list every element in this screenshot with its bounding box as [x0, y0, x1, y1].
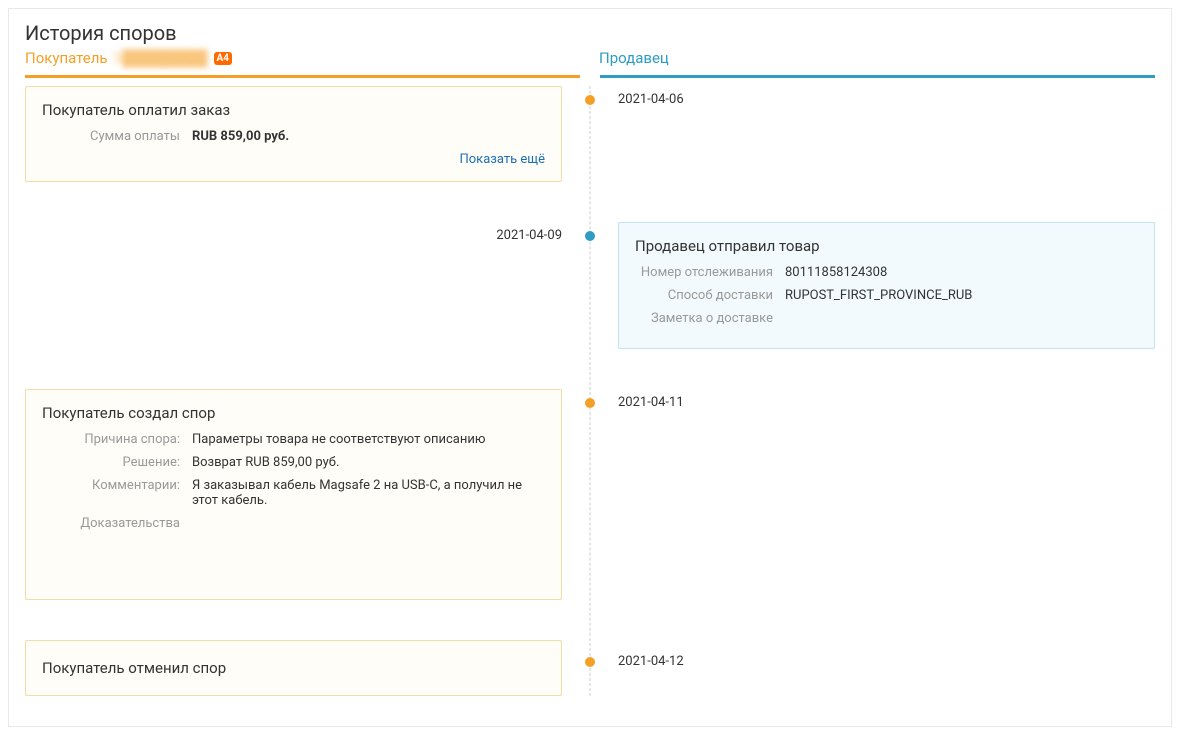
buyer-name: S████████ — [114, 49, 208, 67]
kv-value: Возврат RUB 859,00 руб. — [192, 455, 545, 470]
buyer-level-badge: A4 — [214, 52, 232, 65]
kv-key: Заметка о доставке — [635, 311, 785, 326]
kv-value: 80111858124308 — [785, 265, 1138, 280]
seller-header: Продавец — [581, 49, 1155, 75]
kv-key: Решение: — [42, 455, 192, 470]
event-left: Покупатель отменил спор — [25, 640, 590, 696]
event-right: Продавец отправил товар Номер отслеживан… — [590, 222, 1155, 349]
kv-key: Комментарии: — [42, 478, 192, 493]
seller-card-shipped: Продавец отправил товар Номер отслеживан… — [618, 222, 1155, 349]
kv-key: Сумма оплаты — [42, 129, 192, 144]
event-date: 2021-04-06 — [618, 86, 1155, 114]
timeline: Покупатель оплатил заказ Сумма оплаты RU… — [25, 86, 1155, 696]
timeline-event: 2021-04-09 Продавец отправил товар Номер… — [25, 222, 1155, 349]
timeline-event: Покупатель отменил спор 2021-04-12 — [25, 640, 1155, 696]
card-title: Продавец отправил товар — [635, 237, 1138, 255]
seller-label: Продавец — [599, 49, 669, 67]
column-headers: Покупатель S████████ A4 Продавец — [25, 49, 1155, 75]
buyer-rule — [25, 75, 580, 78]
buyer-card-paid: Покупатель оплатил заказ Сумма оплаты RU… — [25, 86, 562, 182]
kv-row: Причина спора: Параметры товара не соотв… — [42, 432, 545, 447]
card-title: Покупатель отменил спор — [42, 659, 545, 677]
kv-key: Номер отслеживания — [635, 265, 785, 280]
kv-row: Способ доставки RUPOST_FIRST_PROVINCE_RU… — [635, 288, 1138, 303]
event-right: 2021-04-06 — [590, 86, 1155, 114]
kv-row: Доказательства — [42, 516, 545, 531]
show-more-link[interactable]: Показать ещё — [42, 152, 545, 167]
header-rules — [25, 75, 1155, 78]
card-title: Покупатель оплатил заказ — [42, 101, 545, 119]
event-left: Покупатель создал спор Причина спора: Па… — [25, 389, 590, 600]
card-title: Покупатель создал спор — [42, 404, 545, 422]
event-right: 2021-04-11 — [590, 389, 1155, 417]
dispute-history-panel: История споров Покупатель S████████ A4 П… — [8, 8, 1172, 727]
kv-value: Я заказывал кабель Magsafe 2 на USB-C, а… — [192, 478, 545, 508]
timeline-event: Покупатель оплатил заказ Сумма оплаты RU… — [25, 86, 1155, 182]
timeline-dot — [585, 95, 595, 105]
kv-key: Причина спора: — [42, 432, 192, 447]
timeline-dot — [585, 657, 595, 667]
kv-row: Номер отслеживания 80111858124308 — [635, 265, 1138, 280]
kv-row: Сумма оплаты RUB 859,00 руб. — [42, 129, 545, 144]
kv-value: RUB 859,00 руб. — [192, 129, 545, 144]
kv-key: Доказательства — [42, 516, 192, 531]
buyer-card-dispute: Покупатель создал спор Причина спора: Па… — [25, 389, 562, 600]
kv-value: RUPOST_FIRST_PROVINCE_RUB — [785, 288, 1138, 303]
event-left: Покупатель оплатил заказ Сумма оплаты RU… — [25, 86, 590, 182]
kv-row: Заметка о доставке — [635, 311, 1138, 326]
kv-row: Комментарии: Я заказывал кабель Magsafe … — [42, 478, 545, 508]
buyer-header: Покупатель S████████ A4 — [25, 49, 581, 75]
event-date: 2021-04-12 — [618, 640, 1155, 684]
buyer-label: Покупатель — [25, 49, 108, 67]
kv-value: Параметры товара не соответствуют описан… — [192, 432, 545, 447]
event-right: 2021-04-12 — [590, 640, 1155, 684]
buyer-card-cancelled: Покупатель отменил спор — [25, 640, 562, 696]
event-date: 2021-04-09 — [25, 222, 562, 250]
kv-row: Решение: Возврат RUB 859,00 руб. — [42, 455, 545, 470]
kv-key: Способ доставки — [635, 288, 785, 303]
timeline-event: Покупатель создал спор Причина спора: Па… — [25, 389, 1155, 600]
page-title: История споров — [25, 21, 1155, 45]
timeline-dot — [585, 398, 595, 408]
event-date: 2021-04-11 — [618, 389, 1155, 417]
event-left: 2021-04-09 — [25, 222, 590, 250]
seller-rule — [600, 75, 1155, 78]
timeline-dot — [585, 231, 595, 241]
